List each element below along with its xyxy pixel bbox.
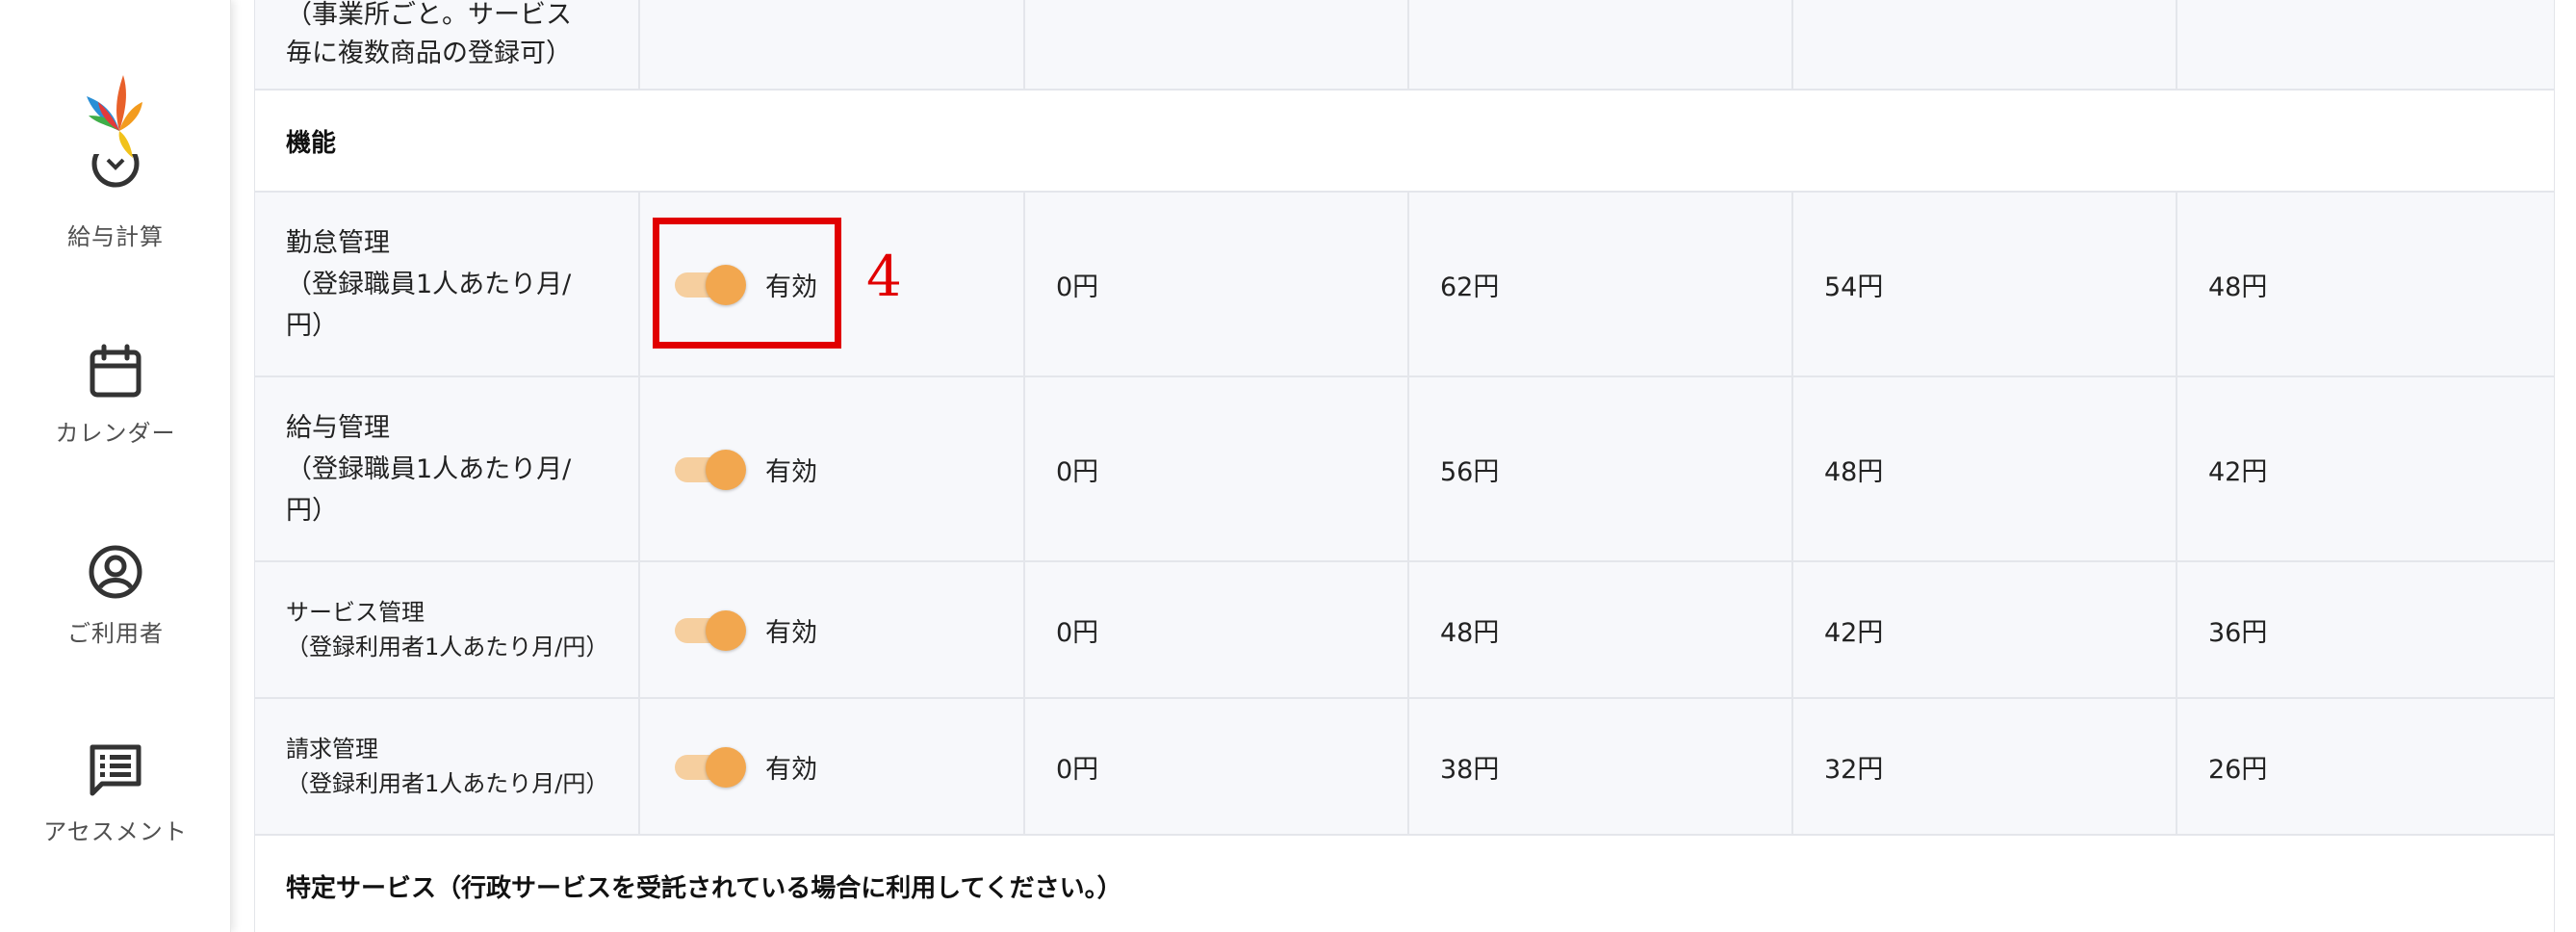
row-subtitle: （登録職員1人あたり月/	[286, 453, 572, 484]
sidebar-item-payroll[interactable]: 給与計算	[0, 218, 231, 251]
cell-value: 56円	[1440, 456, 1500, 487]
row-title: （事業所ごと。サービス	[286, 0, 572, 30]
billing-toggle[interactable]	[675, 747, 748, 788]
cell-value: 48円	[1440, 617, 1500, 648]
cell-value: 0円	[1056, 617, 1099, 648]
cell-value: 0円	[1056, 754, 1099, 785]
row-subtitle: （登録職員1人あたり月/	[286, 269, 572, 299]
pricing-table: （事業所ごと。サービス 毎に複数商品の登録可） 1 5 15 100 機能 勤怠…	[254, 0, 2555, 932]
cell-value: 5	[1440, 0, 1456, 5]
row-subtitle: 毎に複数商品の登録可）	[286, 39, 572, 68]
toggle-label: 有効	[765, 456, 817, 487]
table-row: 給与管理 （登録職員1人あたり月/ 円） 有効 0円 56円 48円 42円	[255, 377, 2554, 562]
toggle-label: 有効	[765, 272, 817, 302]
sidebar-item-label: アセスメント	[43, 818, 188, 845]
cell-value: 38円	[1440, 754, 1500, 785]
user-circle-icon	[87, 543, 144, 601]
section-title: 機能	[286, 128, 337, 158]
cell-value: 15	[1824, 0, 1857, 5]
table-row: （事業所ごと。サービス 毎に複数商品の登録可） 1 5 15 100	[255, 0, 2554, 91]
section-header-special-services: 特定サービス（行政サービスを受託されている場合に利用してください。）	[255, 836, 2554, 932]
cell-value: 0円	[1056, 456, 1099, 487]
section-title: 特定サービス（行政サービスを受託されている場合に利用してください。）	[286, 874, 1122, 903]
sidebar-item-label: ご利用者	[67, 620, 164, 647]
sidebar-item-label: カレンダー	[55, 420, 176, 447]
cell-value: 48円	[1824, 456, 1884, 487]
service-toggle[interactable]	[675, 610, 748, 651]
row-title: サービス管理	[286, 599, 425, 626]
cell-value: 100	[2208, 0, 2258, 5]
row-subtitle: 円）	[286, 310, 338, 341]
sidebar-item-label: 給与計算	[67, 223, 164, 250]
annotation-number: 4	[866, 244, 902, 309]
sidebar-item-calendar[interactable]: カレンダー	[0, 343, 231, 448]
cell-value: 32円	[1824, 754, 1884, 785]
app-logo[interactable]	[85, 73, 146, 160]
cell-value: 0円	[1056, 272, 1099, 302]
wallet-icon	[89, 154, 142, 198]
cell-value: 36円	[2208, 617, 2268, 648]
sidebar: 給与計算 カレンダー ご利用者 アセスメント	[0, 0, 231, 932]
row-title: 勤怠管理	[286, 227, 390, 258]
row-title: 給与管理	[286, 412, 390, 443]
attendance-toggle[interactable]	[675, 265, 748, 305]
row-subtitle: （登録利用者1人あたり月/円）	[286, 634, 609, 660]
cell-value: 42円	[2208, 456, 2268, 487]
table-row: 請求管理 （登録利用者1人あたり月/円） 有効 0円 38円 32円 26円	[255, 699, 2554, 836]
cell-value: 62円	[1440, 272, 1500, 302]
cell-value: 42円	[1824, 617, 1884, 648]
assessment-icon	[87, 741, 144, 799]
section-header-features: 機能	[255, 91, 2554, 193]
table-row: サービス管理 （登録利用者1人あたり月/円） 有効 0円 48円 42円 36円	[255, 562, 2554, 699]
toggle-label: 有効	[765, 754, 817, 785]
cell-value: 1	[1056, 0, 1072, 5]
cell-value: 26円	[2208, 754, 2268, 785]
calendar-icon	[87, 343, 144, 401]
sidebar-item-users[interactable]: ご利用者	[0, 543, 231, 648]
payroll-toggle[interactable]	[675, 450, 748, 490]
row-subtitle: （登録利用者1人あたり月/円）	[286, 770, 609, 797]
cell-value: 48円	[2208, 272, 2268, 302]
row-title: 請求管理	[286, 736, 378, 763]
row-subtitle: 円）	[286, 495, 338, 526]
sidebar-item-assessment[interactable]: アセスメント	[0, 741, 231, 846]
toggle-label: 有効	[765, 617, 817, 648]
table-row: 勤怠管理 （登録職員1人あたり月/ 円） 有効 0円 62円 54円 48円	[255, 193, 2554, 377]
cell-value: 54円	[1824, 272, 1884, 302]
